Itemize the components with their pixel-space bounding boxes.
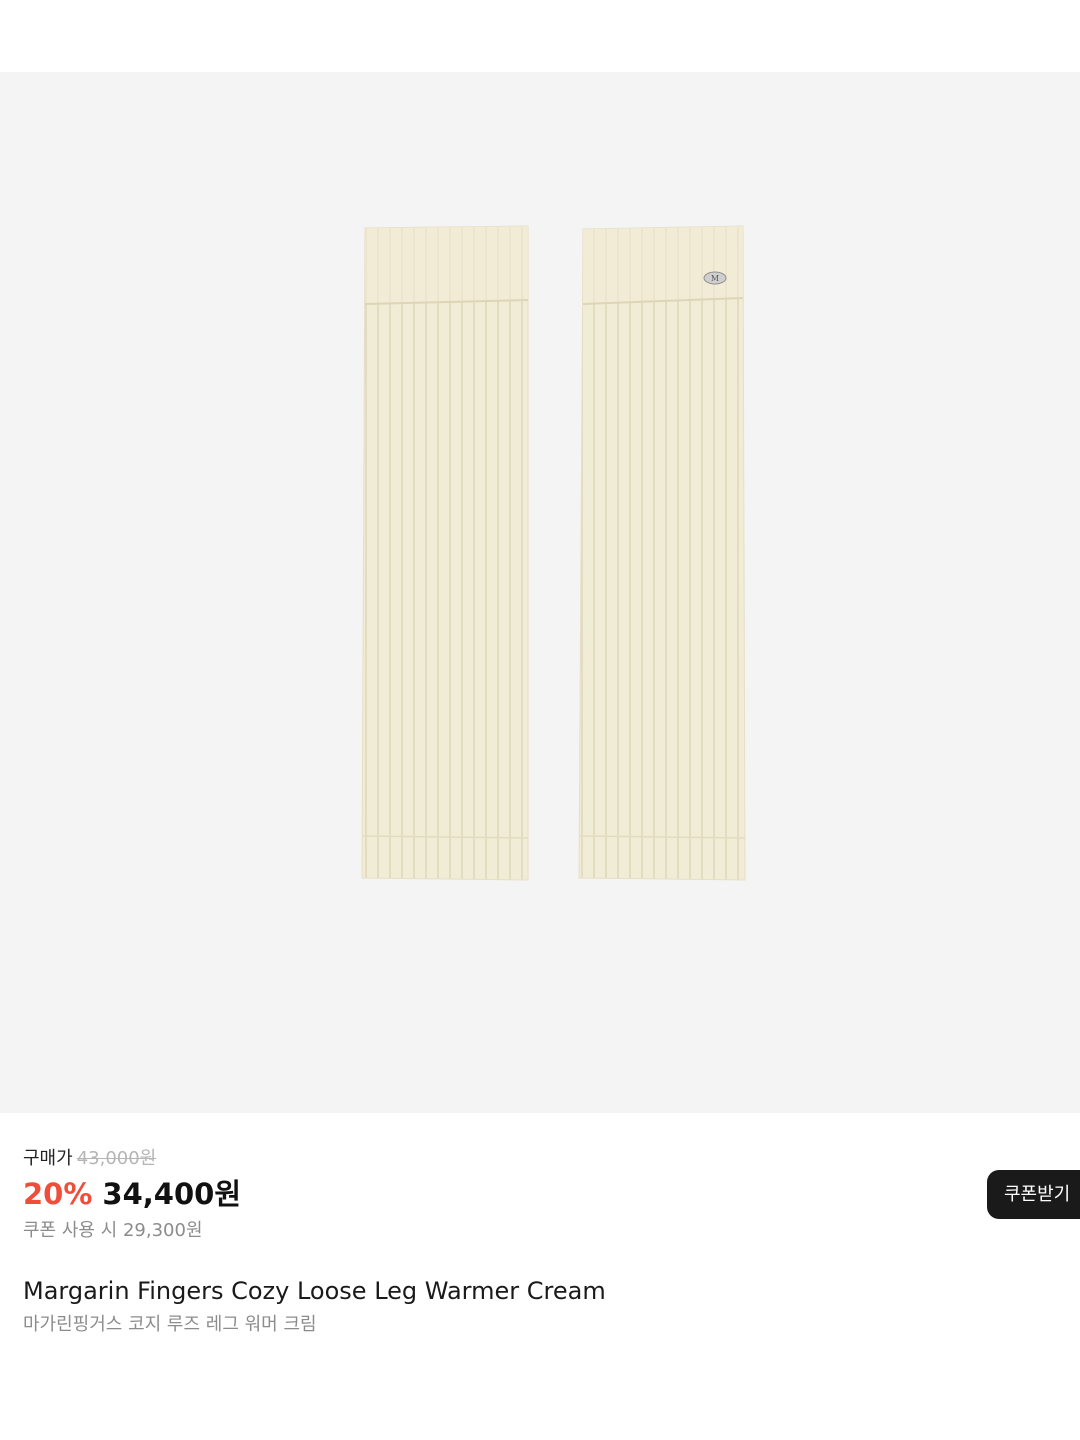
purchase-label: 구매가 [23, 1148, 73, 1169]
product-name-ko: 마가린핑거스 코지 루즈 레그 워머 크림 [23, 1314, 317, 1335]
leg-warmers-illustration: M [361, 225, 746, 881]
brand-tag-icon: M [703, 271, 727, 285]
coupon-price-text: 쿠폰 사용 시 29,300원 [23, 1220, 203, 1241]
purchase-price-row: 구매가 43,000원 [23, 1146, 241, 1172]
svg-text:M: M [711, 274, 719, 283]
sale-price: 34,400원 [102, 1177, 242, 1211]
original-price: 43,000원 [76, 1148, 157, 1169]
product-name-en: Margarin Fingers Cozy Loose Leg Warmer C… [23, 1277, 606, 1305]
product-name-block: Margarin Fingers Cozy Loose Leg Warmer C… [23, 1274, 606, 1338]
right-leg-warmer [578, 225, 746, 881]
left-leg-warmer [361, 225, 529, 881]
top-bar [0, 0, 1080, 72]
discount-rate: 20% [23, 1177, 93, 1211]
get-coupon-button[interactable]: 쿠폰받기 [987, 1170, 1080, 1219]
product-image[interactable]: M [0, 72, 1080, 1113]
sale-price-row: 20% 34,400원 [23, 1176, 241, 1212]
price-block: 구매가 43,000원 20% 34,400원 쿠폰 사용 시 29,300원 [23, 1146, 241, 1244]
